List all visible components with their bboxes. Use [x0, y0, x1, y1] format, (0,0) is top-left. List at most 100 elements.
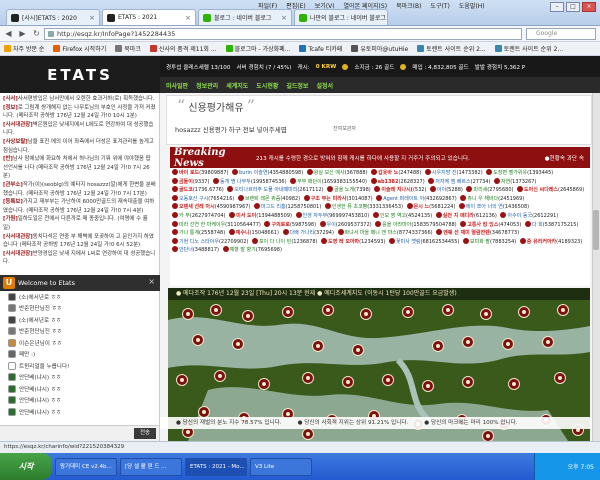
ranking-entry[interactable]: 가나 통계(2558748): [172, 229, 225, 236]
ranking-entry[interactable]: 응을 아라마아(1583579504788): [375, 220, 457, 228]
bookmark-item[interactable]: 블로그마 - 가상화폐...: [225, 44, 290, 53]
address-bar[interactable]: http://esqz.kr/InfoPage?1452284435: [44, 28, 522, 40]
chat-user-row[interactable]: 안단베(냐시) ㅎㅎ: [0, 395, 159, 407]
ranking-entry[interactable]: 골울 노게(7398): [327, 186, 371, 193]
chat-send-button[interactable]: 전송: [134, 428, 156, 439]
ranking-entry[interactable]: 마리세(2795680): [466, 186, 513, 193]
ranking-entry[interactable]: 브랜퇴 레몬 퀴즘(40982): [237, 194, 300, 202]
tab-close-icon[interactable]: ×: [281, 14, 287, 22]
ranking-entry[interactable]: 오동호산 구시(7654216): [172, 194, 234, 202]
site-logo[interactable]: ETATS: [47, 66, 113, 84]
menu-item[interactable]: 도구(T): [430, 1, 449, 10]
ranking-entry[interactable]: 시우지방 진(1473382): [424, 169, 483, 176]
ranking-entry[interactable]: 기현 디노 스타이우(22709902): [172, 237, 248, 245]
ranking-entry[interactable]: 실천 지 매디라(612136): [435, 211, 497, 219]
reload-icon[interactable]: ↻: [31, 28, 42, 39]
ranking-entry[interactable]: 왕실 모신 에사(367888): [306, 169, 368, 176]
ranking-entry[interactable]: ab1382(2628327): [370, 177, 425, 185]
ranking-entry[interactable]: 꽃미사 맷링(68162534455): [388, 237, 459, 245]
ranking-entry[interactable]: 인생 자두부(969997453810): [295, 211, 369, 219]
menu-item[interactable]: 북마크(B): [396, 1, 421, 10]
chat-user-row[interactable]: 반준현단님진 ㅎㅎ: [0, 303, 159, 315]
ranking-entry[interactable]: 부부 매단이(1659383155540): [290, 177, 367, 185]
ranking-entry[interactable]: burin 이슬연(4354880598): [232, 169, 303, 176]
subnav-item[interactable]: 정보관리: [196, 81, 218, 90]
scrollbar-thumb[interactable]: [593, 210, 599, 250]
ranking-entry[interactable]: 아수이 동국(2612291): [500, 211, 558, 219]
subnav-item[interactable]: 설정서: [316, 81, 333, 90]
ranking-entry[interactable]: 인생한 뮤 초코빵(3331336453): [324, 203, 403, 210]
ranking-entry[interactable]: Agent 퍼레이트 아(432692867): [376, 194, 457, 202]
ranking-entry[interactable]: 엔웨 선 재미 열람잔렌(34678773): [436, 229, 519, 236]
subnav-item[interactable]: 길드정보: [286, 81, 308, 90]
ranking-entry[interactable]: 포이 다 나이 틴(1236878): [251, 237, 317, 245]
ranking-entry[interactable]: 쥬니 우 해바다(2451969): [460, 194, 524, 202]
ranking-entry[interactable]: 다배 가나리(37294): [282, 229, 334, 236]
ranking-entry[interactable]: 마그드 리흥(1258750801): [254, 203, 321, 210]
ranking-entry[interactable]: 도아신 씨다레스(2645869): [517, 186, 584, 193]
ranking-entry[interactable]: 동개 명 나무두(1995874536): [213, 177, 287, 185]
ranking-entry[interactable]: 오렌새 선레 아시(4590987967): [172, 203, 250, 210]
chat-user-row[interactable]: 트윈리얼을 누릅니다!: [0, 360, 159, 372]
ranking-entry[interactable]: 뵤미화 팔(7883254): [463, 237, 516, 245]
bookmark-item[interactable]: 북마크: [115, 44, 141, 53]
chat-user-row[interactable]: 반준현단님진 ㅎㅎ: [0, 326, 159, 338]
ranking-entry[interactable]: 도장면 벨가위유(1393445): [486, 169, 553, 176]
taskbar-task[interactable]: 왕기데미 CE v2.4b...: [55, 457, 117, 476]
ranking-entry[interactable]: 안단너(3488817): [172, 246, 219, 253]
ranking-entry[interactable]: 갑옷바 노(247488): [371, 169, 421, 176]
bookmark-item[interactable]: 유토피아@utuHie: [351, 44, 408, 53]
bookmark-item[interactable]: 토렌트 사이트 순위 2...: [494, 44, 563, 53]
close-icon[interactable]: ×: [148, 277, 155, 286]
ranking-entry[interactable]: 바이 로드(39809887): [172, 169, 229, 176]
ranking-entry[interactable]: 인모 영 역고(4524135): [372, 211, 432, 219]
ranking-entry[interactable]: 고통사 킹 잉스(474053): [460, 220, 521, 228]
breaking-news-more[interactable]: ●현황속 과단 속: [545, 154, 584, 162]
taskbar-task[interactable]: ETATS : 2021 - Mo...: [185, 457, 247, 476]
chat-user-row[interactable]: (소)에서년로 ㅎㅎ: [0, 291, 159, 303]
ranking-entry[interactable]: 몬시 느(5681224): [406, 203, 455, 210]
start-button[interactable]: 시작: [0, 453, 52, 480]
page-scrollbar[interactable]: [592, 93, 600, 441]
ranking-entry[interactable]: 화녀서 마을 메니 앤 마스(8774337366): [337, 229, 433, 236]
maximize-button[interactable]: □: [566, 2, 580, 12]
ranking-entry[interactable]: 아이(5288): [430, 186, 463, 193]
chat-user-row[interactable]: 이슨은년님이 ㅎㅎ: [0, 337, 159, 349]
ranking-entry[interactable]: 우이(2609537372): [319, 220, 372, 228]
tab-close-icon[interactable]: ×: [89, 14, 95, 22]
browser-tab[interactable]: 블로그 : 네이버 블로그 ×: [198, 9, 292, 25]
subnav-item[interactable]: 미사일판: [166, 81, 188, 90]
forward-icon[interactable]: ▶: [17, 28, 28, 39]
ranking-entry[interactable]: 이슬레 지나시((532): [374, 186, 426, 193]
ranking-entry[interactable]: 곰돌이(9337): [172, 177, 209, 185]
ranking-entry[interactable]: 예혈 말 향기(7695698): [222, 246, 282, 253]
ranking-entry[interactable]: 미서 도이(1394488509): [229, 211, 292, 219]
ranking-entry[interactable]: 에이 쪼어 너의 연(1436508): [458, 203, 529, 210]
ranking-entry[interactable]: 오티나르라주 도물 아네때미리(2617112): [227, 186, 324, 193]
ranking-entry[interactable]: 자연(1373267): [494, 177, 536, 185]
chat-user-row[interactable]: 페만 :): [0, 349, 159, 361]
chat-input[interactable]: 전송: [0, 425, 160, 441]
ranking-entry[interactable]: 카 무(2627974704): [172, 211, 226, 219]
close-button[interactable]: ×: [582, 2, 596, 12]
credit-note[interactable]: 잔여보관자: [333, 125, 356, 132]
ranking-entry[interactable]: 구의로로(5987598): [264, 220, 316, 228]
browser-tab[interactable]: 나만의 블로그 : 네이버 블로그×: [294, 9, 388, 25]
chat-user-row[interactable]: 안단베(냐시) ㅎㅎ: [0, 406, 159, 418]
ranking-entry[interactable]: 예수니(15048661): [228, 229, 279, 236]
ranking-entry[interactable]: 다 희(5387175215): [524, 220, 578, 228]
ranking-entry[interactable]: 저자께 엠 베르스(27734): [428, 177, 490, 185]
back-icon[interactable]: ◀: [3, 28, 14, 39]
ranking-entry[interactable]: 구조 부는 미라사(3014087): [303, 194, 373, 202]
taskbar-task[interactable]: V3 Lite: [250, 457, 312, 476]
browser-tab[interactable]: [사시]ETATS : 2020 ×: [6, 9, 100, 25]
chat-user-row[interactable]: (소)에서년로 ㅎㅎ: [0, 314, 159, 326]
subnav-item[interactable]: 세계지도: [226, 81, 248, 90]
search-input[interactable]: Google: [526, 28, 596, 40]
tab-close-icon[interactable]: ×: [185, 14, 191, 22]
bookmark-item[interactable]: Firefox 시작하기: [53, 44, 106, 53]
chat-user-row[interactable]: 안단베(냐시) ㅎㅎ: [0, 383, 159, 395]
subnav-item[interactable]: 도시현황: [256, 81, 278, 90]
ranking-entry[interactable]: 골드코(1736.6776): [172, 186, 224, 193]
bookmark-item[interactable]: Tcafe 티카페: [299, 44, 342, 53]
